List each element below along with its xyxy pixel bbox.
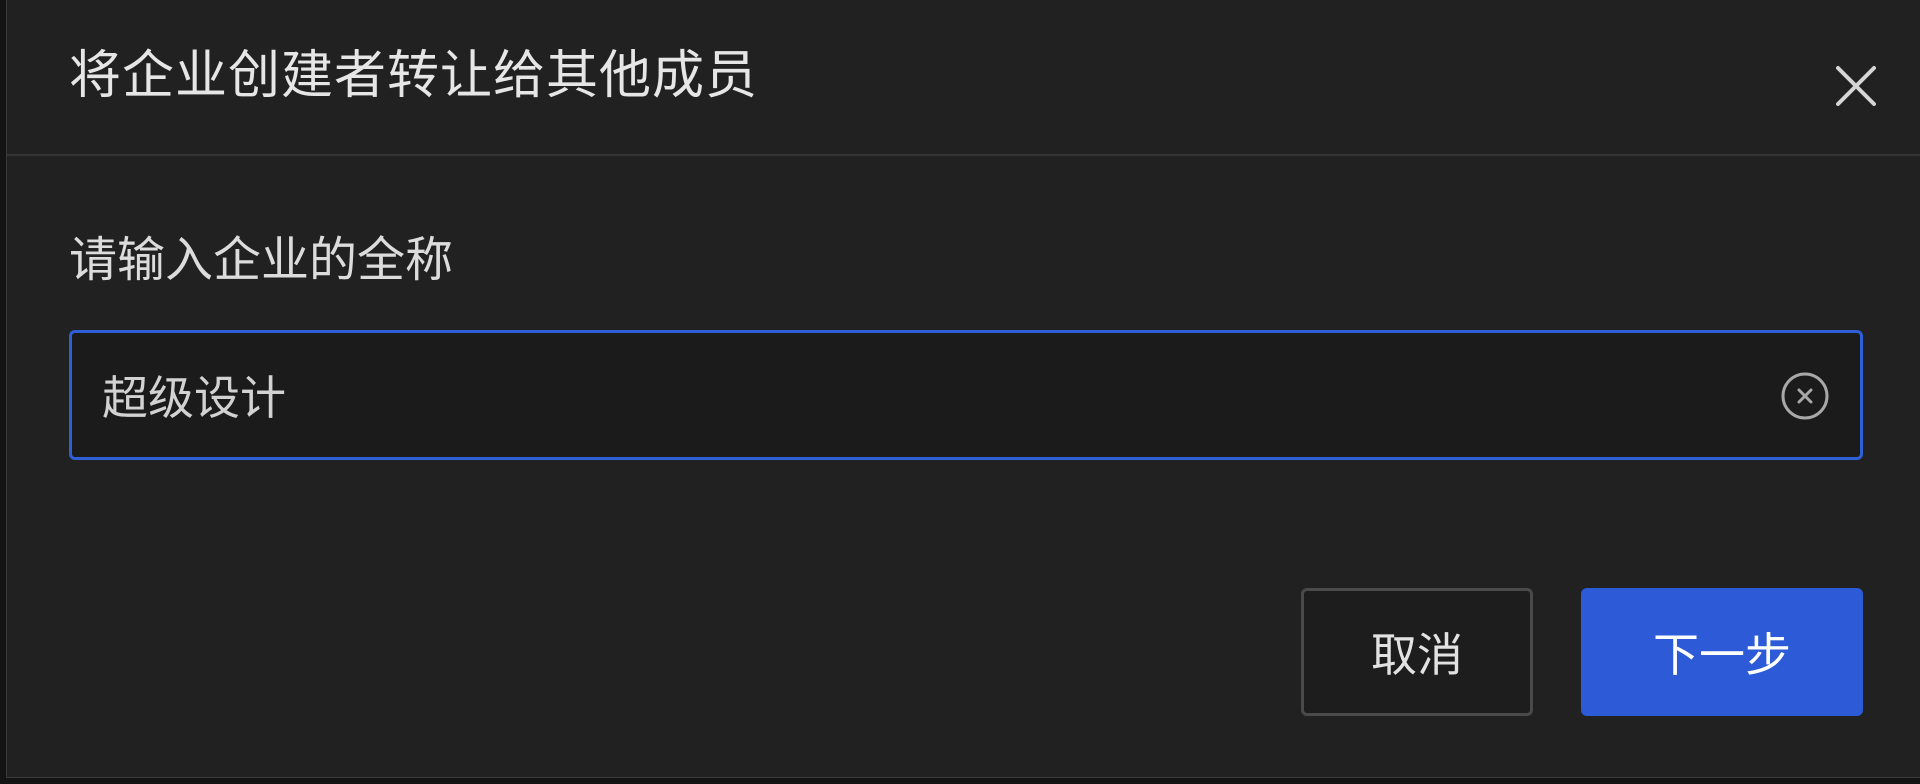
close-icon: [1836, 66, 1876, 106]
close-button[interactable]: [1828, 58, 1884, 114]
cancel-button[interactable]: 取消: [1301, 588, 1533, 716]
clear-circle-icon: [1781, 372, 1829, 420]
dialog-header: 将企业创建者转让给其他成员: [7, 0, 1920, 156]
company-name-input[interactable]: [102, 333, 1752, 457]
company-name-input-wrapper[interactable]: [69, 330, 1863, 460]
field-label: 请输入企业的全称: [69, 232, 454, 288]
next-step-button[interactable]: 下一步: [1581, 588, 1863, 716]
transfer-creator-dialog: 将企业创建者转让给其他成员 请输入企业的全称 取消 下一步: [6, 0, 1920, 778]
clear-input-button[interactable]: [1780, 371, 1830, 421]
dialog-title: 将企业创建者转让给其他成员: [69, 46, 759, 106]
